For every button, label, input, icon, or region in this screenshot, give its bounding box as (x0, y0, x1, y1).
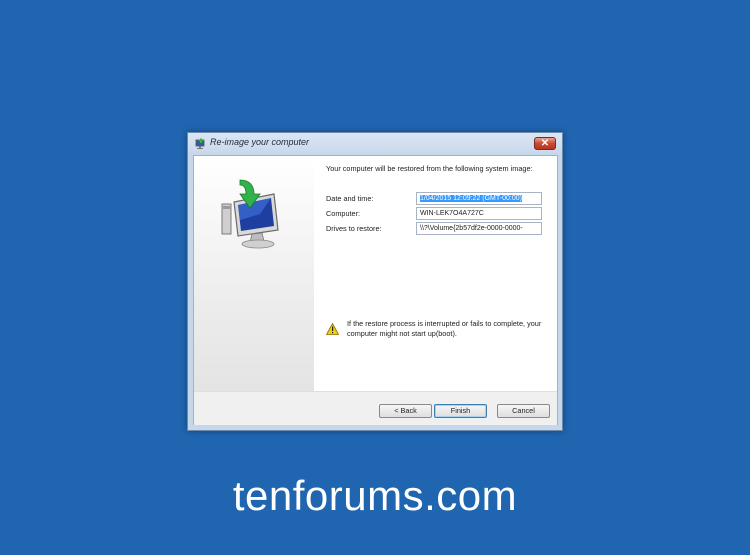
content-panel: Your computer will be restored from the … (320, 156, 552, 391)
computer-label: Computer: (326, 209, 361, 218)
date-time-label: Date and time: (326, 194, 374, 203)
side-panel (194, 156, 314, 391)
drives-field[interactable]: \\?\Volume{2b57df2e-0000-0000- (416, 222, 542, 235)
title-bar[interactable]: Re-image your computer ✕ (188, 133, 562, 155)
restore-icon (195, 138, 205, 149)
back-button[interactable]: < Back (379, 404, 432, 418)
monitor-restore-icon (221, 179, 279, 249)
window-title: Re-image your computer (210, 137, 310, 147)
date-time-value: 1/04/2015 12:09:22 (GMT-00:00) (420, 195, 522, 202)
dialog-body: Your computer will be restored from the … (193, 155, 558, 425)
warning-icon (326, 323, 339, 335)
warning-text: If the restore process is interrupted or… (347, 319, 542, 338)
intro-text: Your computer will be restored from the … (326, 164, 533, 173)
finish-button[interactable]: Finish (434, 404, 487, 418)
computer-field[interactable]: WIN-LEK7O4A727C (416, 207, 542, 220)
close-button[interactable]: ✕ (534, 137, 556, 150)
reimage-dialog: Re-image your computer ✕ Your computer w… (187, 132, 563, 431)
watermark-text: tenforums.com (232, 472, 518, 519)
button-bar: < Back Finish Cancel (194, 391, 557, 425)
drives-label: Drives to restore: (326, 224, 382, 233)
date-time-field[interactable]: 1/04/2015 12:09:22 (GMT-00:00) (416, 192, 542, 205)
cancel-button[interactable]: Cancel (497, 404, 550, 418)
